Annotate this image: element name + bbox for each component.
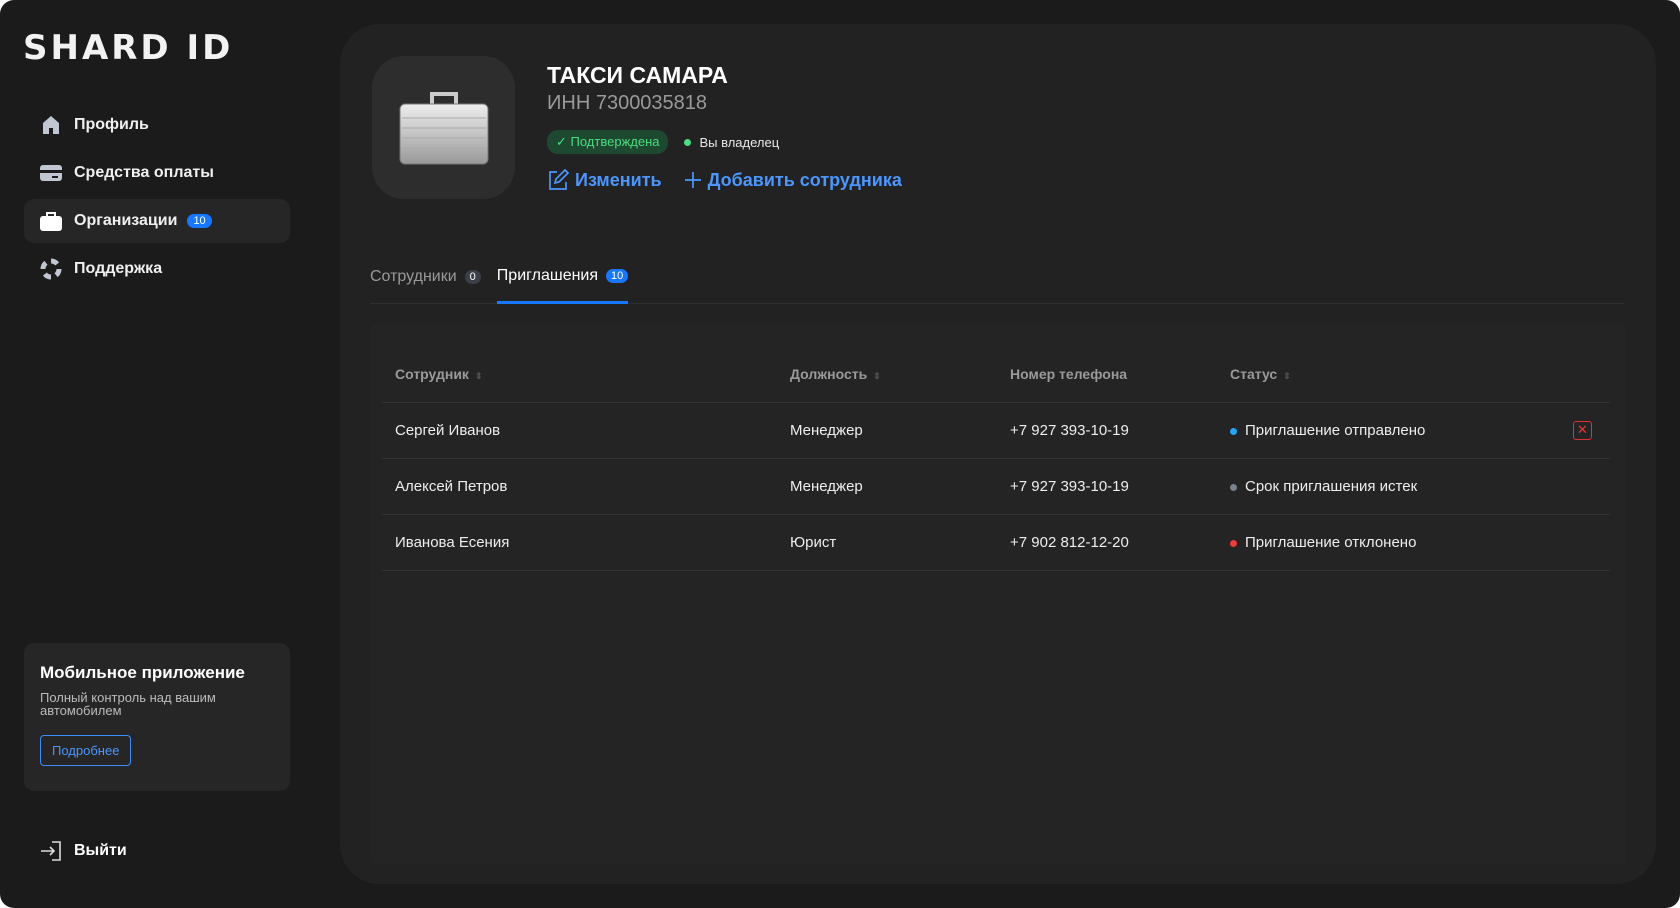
logout-icon (41, 841, 61, 861)
invite-status: Срок приглашения истек (1217, 458, 1560, 515)
sort-icon: ⇕ (474, 370, 483, 381)
tab-count: 10 (606, 268, 629, 283)
employee-position: Юрист (777, 514, 997, 571)
card-icon (40, 163, 62, 183)
sidebar-item-label: Организации (74, 212, 178, 229)
employee-phone: +7 927 393-10-19 (997, 458, 1217, 515)
logo: SHARD ID (23, 28, 234, 68)
status-dot (1230, 427, 1237, 435)
check-icon: ✓ (556, 134, 571, 149)
lifebuoy-icon (40, 258, 62, 280)
org-inn: ИНН 7300035818 (547, 92, 708, 114)
tab-employees[interactable]: Сотрудники 0 (370, 252, 481, 303)
sidebar-item-label: Поддержка (74, 260, 163, 277)
table-row: Сергей Иванов Менеджер +7 927 393-10-19 … (382, 402, 1610, 459)
cancel-invite-icon[interactable]: ✕ (1573, 420, 1592, 440)
column-header-position[interactable]: Должность ⇕ (777, 346, 997, 403)
tab-label: Сотрудники (370, 267, 457, 285)
verified-badge: ✓ Подтверждена (547, 130, 669, 154)
column-header-phone: Номер телефона (997, 346, 1217, 403)
table-row: Алексей Петров Менеджер +7 927 393-10-19… (382, 458, 1610, 515)
status-dot (684, 138, 692, 146)
employee-phone: +7 927 393-10-19 (997, 402, 1217, 459)
status-label: Приглашение отклонено (1245, 533, 1417, 551)
sidebar-item-label: Средства оплаты (74, 164, 214, 181)
add-employee-label: Добавить сотрудника (707, 169, 902, 190)
tab-label: Приглашения (496, 266, 599, 284)
sidebar-item-organizations[interactable]: Организации 10 (24, 199, 290, 243)
sidebar-nav: Профиль Средства оплаты Организации 10 По… (24, 103, 290, 295)
mobile-app-card: Мобильное приложение Полный контроль над… (24, 643, 290, 791)
invite-status: Приглашение отклонено (1217, 514, 1560, 571)
column-header-actions (1560, 346, 1610, 403)
plus-icon (684, 172, 701, 188)
row-actions (1560, 514, 1610, 571)
more-button[interactable]: Подробнее (40, 735, 132, 766)
sidebar-item-payment[interactable]: Средства оплаты (24, 151, 290, 195)
tabs: Сотрудники 0 Приглашения 10 (370, 252, 1624, 304)
org-avatar (372, 56, 515, 199)
status-dot (1230, 483, 1237, 491)
header-label: Статус (1230, 365, 1278, 382)
employee-name: Алексей Петров (382, 458, 777, 515)
logout-label: Выйти (74, 842, 127, 859)
add-employee-button[interactable]: Добавить сотрудника (684, 170, 902, 191)
employee-name: Иванова Есения (382, 514, 777, 571)
row-actions (1560, 458, 1610, 515)
column-header-employee[interactable]: Сотрудник ⇕ (382, 346, 777, 403)
org-name: ТАКСИ САМАРА (547, 62, 728, 88)
sidebar-item-support[interactable]: Поддержка (24, 247, 290, 291)
table-row: Иванова Есения Юрист +7 902 812-12-20 Пр… (382, 514, 1610, 571)
invitations-table: Сотрудник ⇕ Должность ⇕ Номер телефона Ста… (382, 346, 1610, 571)
sort-icon: ⇕ (873, 370, 881, 381)
logout-button[interactable]: Выйти (40, 841, 127, 861)
count-badge: 10 (187, 214, 212, 228)
sort-icon: ⇕ (1283, 370, 1291, 381)
owner-label: Вы владелец (699, 134, 780, 150)
sidebar-item-label: Профиль (74, 116, 149, 133)
mobile-app-title: Мобильное приложение (40, 663, 245, 682)
main-panel: ТАКСИ САМАРА ИНН 7300035818 ✓ Подтвержде… (340, 24, 1656, 884)
home-icon (40, 115, 62, 135)
edit-button[interactable]: Изменить (547, 169, 662, 191)
employee-position: Менеджер (777, 458, 997, 515)
status-label: Срок приглашения истек (1245, 477, 1418, 495)
header-label: Номер телефона (1010, 365, 1128, 382)
owner-status: Вы владелец (684, 135, 779, 150)
briefcase-image-icon (399, 91, 488, 164)
tab-count: 0 (464, 269, 481, 284)
header-label: Должность (790, 365, 868, 382)
status-dot (1230, 539, 1237, 547)
column-header-status[interactable]: Статус ⇕ (1217, 346, 1560, 403)
edit-icon (549, 169, 569, 190)
briefcase-icon (40, 211, 62, 231)
employee-name: Сергей Иванов (382, 402, 777, 459)
invitations-panel: Сотрудник ⇕ Должность ⇕ Номер телефона Ста… (370, 324, 1626, 864)
employee-phone: +7 902 812-12-20 (997, 514, 1217, 571)
mobile-app-text: Полный контроль над вашим автомобилем (40, 690, 216, 718)
edit-label: Изменить (575, 169, 662, 190)
invite-status: Приглашение отправлено (1217, 402, 1560, 459)
row-actions: ✕ (1560, 402, 1610, 459)
status-label: Приглашение отправлено (1245, 421, 1426, 439)
verified-label: Подтверждена (570, 134, 660, 149)
sidebar-item-profile[interactable]: Профиль (24, 103, 290, 147)
tab-invitations[interactable]: Приглашения 10 (496, 252, 629, 304)
header-label: Сотрудник (395, 365, 469, 382)
app: SHARD ID Профиль Средства оплаты Организ… (0, 0, 1680, 908)
employee-position: Менеджер (777, 402, 997, 459)
